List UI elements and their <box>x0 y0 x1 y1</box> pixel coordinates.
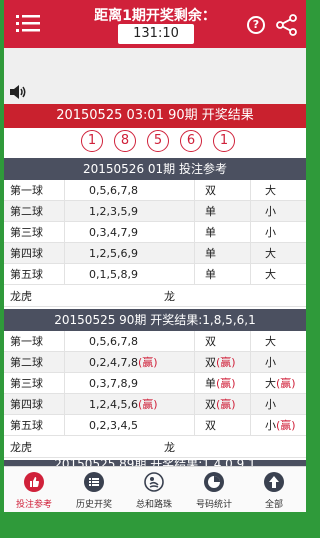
row-label: 第一球 <box>10 335 43 348</box>
win-mark: (赢) <box>276 419 296 432</box>
row-numbers: 0,1,5,8,9 <box>64 264 194 285</box>
row-big-small: 小 <box>250 394 306 415</box>
table-row: 第二球 0,2,4,7,8(赢) 双(赢) 小 <box>4 352 306 373</box>
nav-sum-trend[interactable]: 总和路珠 <box>124 467 184 512</box>
dragon-tiger-value: 龙 <box>164 290 175 303</box>
result-ball: 6 <box>180 130 202 152</box>
table-row: 第三球 0,3,4,7,9 单 小 <box>4 222 306 243</box>
countdown-timer: 131:10 <box>118 24 194 44</box>
nav-label: 总和路珠 <box>135 500 172 510</box>
row-big-small: 小 <box>250 222 306 243</box>
dragon-tiger-row: 龙虎 龙 <box>4 437 306 458</box>
row-numbers: 1,2,5,6,9 <box>64 243 194 264</box>
row-label: 第二球 <box>10 205 43 218</box>
row-label: 第四球 <box>10 247 43 260</box>
row-odd-even: 单 <box>194 201 250 222</box>
table-row: 第五球 0,1,5,8,9 单 大 <box>4 264 306 285</box>
nav-all[interactable]: 全部 <box>244 467 304 512</box>
table-row: 第五球 0,2,3,4,5 双 小(赢) <box>4 415 306 436</box>
row-odd-even: 双 <box>194 331 250 352</box>
row-big-small: 大(赢) <box>250 373 306 394</box>
row-label: 第一球 <box>10 184 43 197</box>
win-mark: (赢) <box>276 377 296 390</box>
table-row: 第三球 0,3,7,8,9 单(赢) 大(赢) <box>4 373 306 394</box>
result-ball: 1 <box>213 130 235 152</box>
row-odd-even: 双 <box>194 180 250 201</box>
top-bar: 距离1期开奖剩余： 131:10 ? <box>4 0 306 48</box>
row-odd-even: 单 <box>194 222 250 243</box>
result-ball: 8 <box>114 130 136 152</box>
win-mark: (赢) <box>216 377 236 390</box>
list-icon <box>84 472 104 492</box>
row-numbers: 0,2,3,4,5 <box>64 415 194 436</box>
row-numbers: 0,3,4,7,9 <box>64 222 194 243</box>
row-numbers: 0,2,4,7,8(赢) <box>64 352 194 373</box>
row-odd-even: 单 <box>194 243 250 264</box>
dragon-tiger-label: 龙虎 <box>10 441 32 454</box>
bottom-nav: 投注参考 历史开奖 总和路珠 号码统计 全部 <box>4 466 306 512</box>
nav-label: 全部 <box>264 500 283 510</box>
pattern-icon <box>144 472 164 492</box>
row-label: 第二球 <box>10 356 43 369</box>
row-big-small: 大 <box>250 331 306 352</box>
table-row: 第一球 0,5,6,7,8 双 大 <box>4 180 306 201</box>
row-big-small: 大 <box>250 180 306 201</box>
nav-label: 历史开奖 <box>75 500 112 510</box>
nav-history[interactable]: 历史开奖 <box>64 467 124 512</box>
table-row: 第二球 1,2,3,5,9 单 小 <box>4 201 306 222</box>
dragon-tiger-value: 龙 <box>164 441 175 454</box>
ad-banner[interactable] <box>4 48 306 104</box>
row-label: 第四球 <box>10 398 43 411</box>
latest-result-header: 20150525 03:01 90期 开奖结果 <box>4 104 306 128</box>
share-icon[interactable] <box>276 14 298 36</box>
row-odd-even: 单 <box>194 264 250 285</box>
row-big-small: 小(赢) <box>250 415 306 436</box>
row-label: 第五球 <box>10 419 43 432</box>
row-label: 第五球 <box>10 268 43 281</box>
result-ball: 5 <box>147 130 169 152</box>
row-numbers: 0,5,6,7,8 <box>64 180 194 201</box>
app-window: 距离1期开奖剩余： 131:10 ? 20150525 03:01 90期 开奖… <box>4 0 306 512</box>
table-row: 第四球 1,2,5,6,9 单 大 <box>4 243 306 264</box>
row-numbers: 1,2,3,5,9 <box>64 201 194 222</box>
row-big-small: 小 <box>250 201 306 222</box>
row-big-small: 小 <box>250 352 306 373</box>
row-odd-even: 双(赢) <box>194 394 250 415</box>
win-mark: (赢) <box>137 356 158 369</box>
nav-label: 号码统计 <box>195 500 232 510</box>
row-numbers: 1,2,4,5,6(赢) <box>64 394 194 415</box>
pie-chart-icon <box>204 472 224 492</box>
row-big-small: 大 <box>250 264 306 285</box>
table-row: 第四球 1,2,4,5,6(赢) 双(赢) 小 <box>4 394 306 415</box>
win-mark: (赢) <box>216 356 236 369</box>
row-numbers: 0,3,7,8,9 <box>64 373 194 394</box>
row-label: 第三球 <box>10 377 43 390</box>
result-balls: 1 8 5 6 1 <box>4 130 306 154</box>
help-icon[interactable]: ? <box>247 16 265 34</box>
nav-number-stats[interactable]: 号码统计 <box>184 467 244 512</box>
win-mark: (赢) <box>137 398 158 411</box>
betting-reference-header: 20150526 01期 投注参考 <box>4 158 306 180</box>
previous-result-header: 20150525 90期 开奖结果:1,8,5,6,1 <box>4 309 306 331</box>
row-odd-even: 双(赢) <box>194 352 250 373</box>
nav-label: 投注参考 <box>15 500 52 510</box>
table-row: 第一球 0,5,6,7,8 双 大 <box>4 331 306 352</box>
row-odd-even: 双 <box>194 415 250 436</box>
win-mark: (赢) <box>216 398 236 411</box>
result-ball: 1 <box>81 130 103 152</box>
row-numbers: 0,5,6,7,8 <box>64 331 194 352</box>
row-label: 第三球 <box>10 226 43 239</box>
arrow-up-icon <box>264 472 284 492</box>
row-odd-even: 单(赢) <box>194 373 250 394</box>
speaker-icon[interactable] <box>10 84 28 99</box>
dragon-tiger-row: 龙虎 龙 <box>4 286 306 307</box>
dragon-tiger-label: 龙虎 <box>10 290 32 303</box>
row-big-small: 大 <box>250 243 306 264</box>
thumb-up-icon <box>24 472 44 492</box>
nav-betting-reference[interactable]: 投注参考 <box>4 467 64 512</box>
